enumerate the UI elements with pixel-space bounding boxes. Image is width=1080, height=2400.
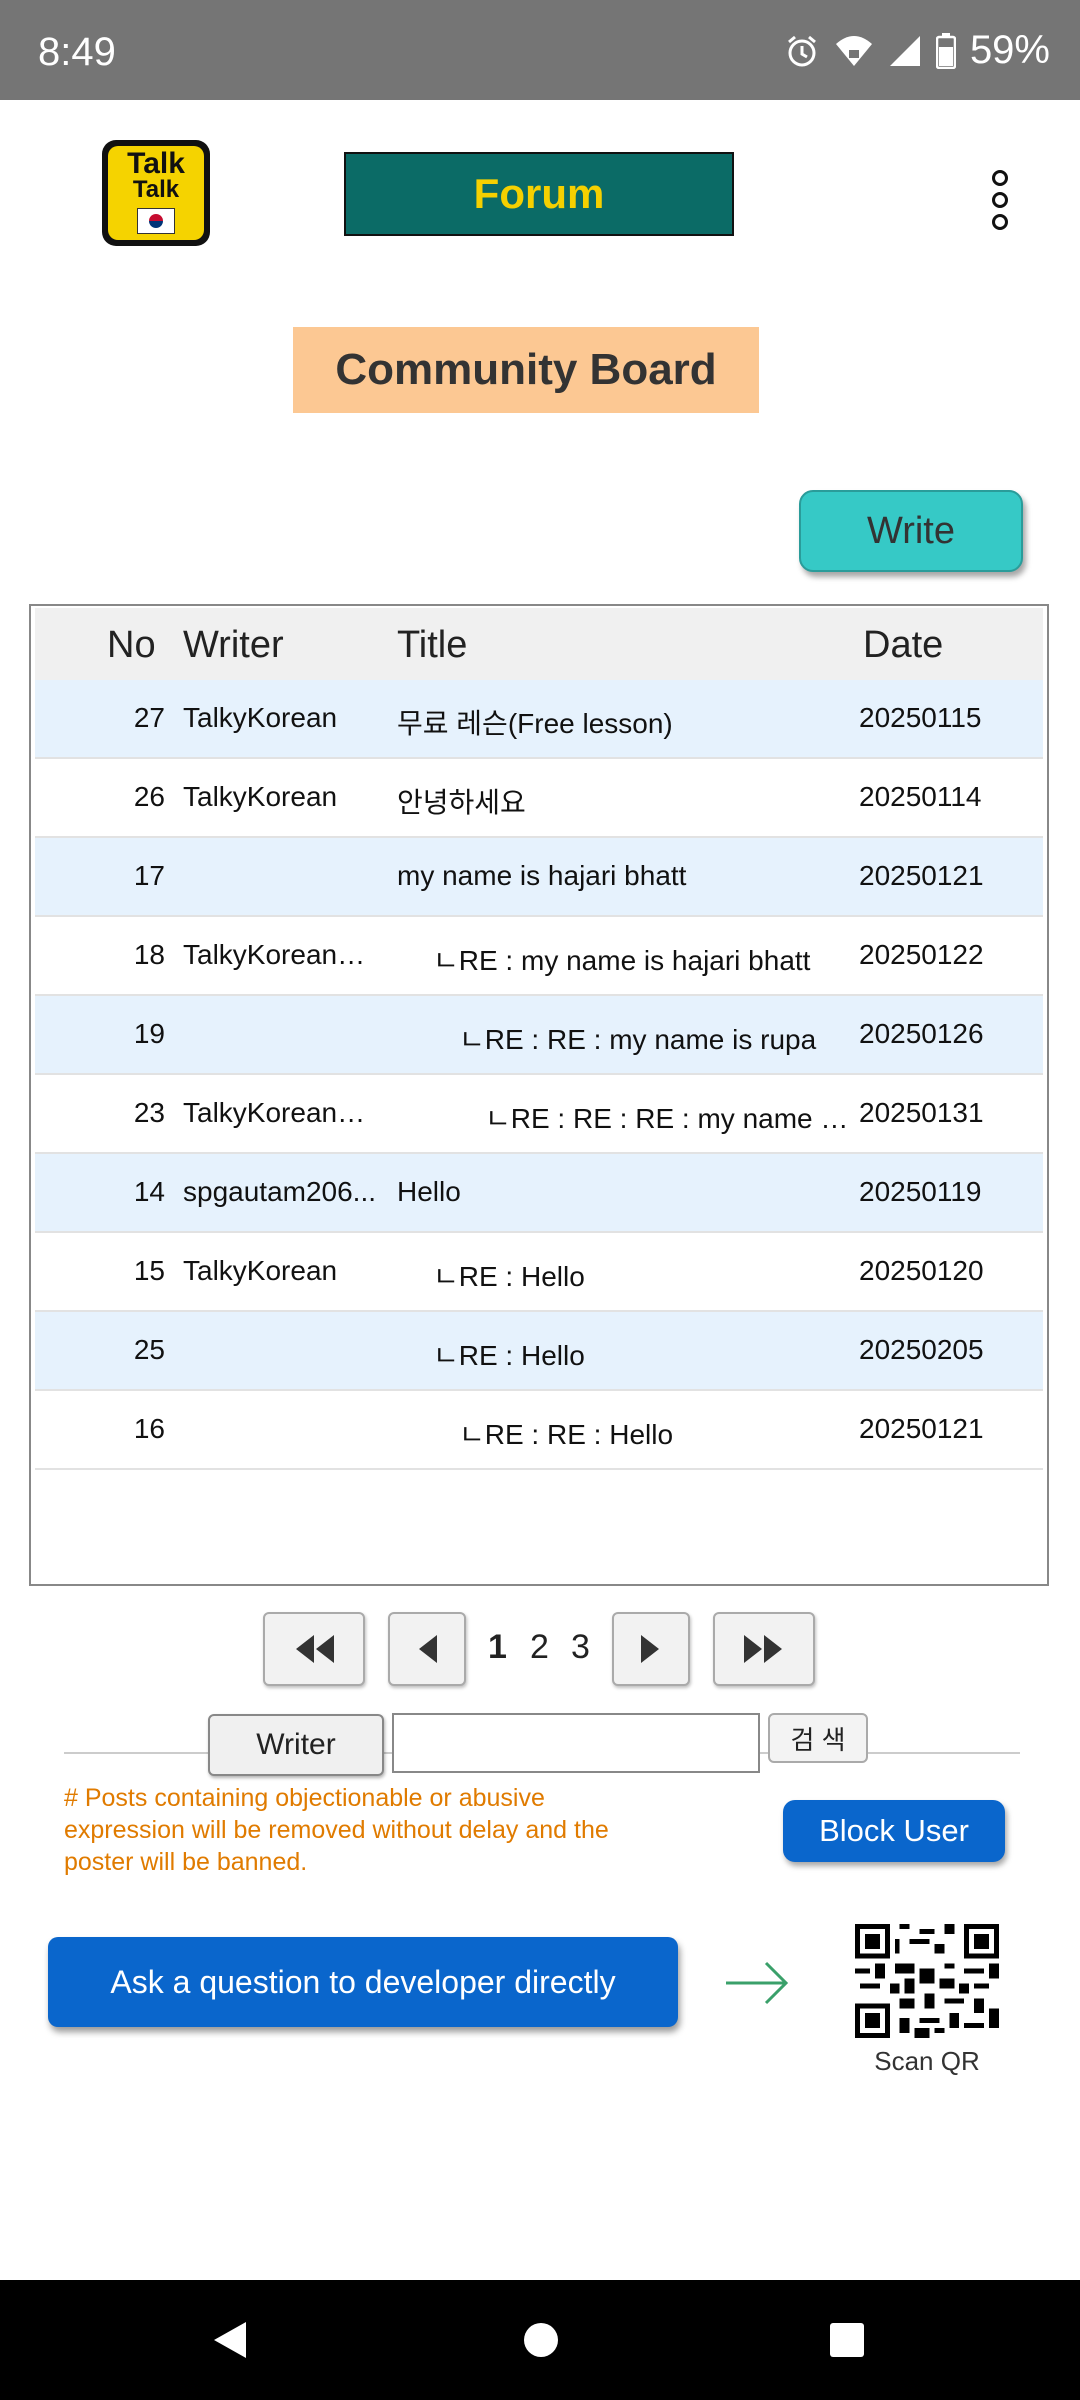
header-writer: Writer: [183, 624, 284, 666]
last-page-button[interactable]: [713, 1612, 815, 1686]
more-options-icon[interactable]: [990, 170, 1010, 230]
battery-percent: 59%: [969, 28, 1050, 72]
header-title: Title: [397, 624, 468, 666]
row-date: 20250205: [859, 1334, 984, 1365]
row-title: 무료 레슨(Free lesson): [397, 708, 673, 739]
row-title: ㄴRE : RE : my name is rupa: [459, 1024, 817, 1055]
table-row[interactable]: 15 TalkyKorean ㄴRE : Hello 20250120: [35, 1233, 1043, 1312]
row-date: 20250122: [859, 939, 984, 970]
page-2[interactable]: 2: [530, 1628, 549, 1667]
row-no: 27: [133, 702, 165, 733]
header-date: Date: [863, 624, 944, 666]
row-no: 26: [133, 781, 165, 812]
table-row[interactable]: 27 TalkyKorean 무료 레슨(Free lesson) 20250115: [35, 680, 1043, 759]
page-title: Community Board: [293, 327, 759, 413]
row-no: 18: [133, 939, 165, 970]
next-page-button[interactable]: [612, 1612, 690, 1686]
notice-text: # Posts containing objectionable or abus…: [64, 1784, 609, 1876]
home-icon[interactable]: [522, 2320, 560, 2365]
row-no: 15: [133, 1255, 165, 1286]
table-row[interactable]: 25 ㄴRE : Hello 20250205: [35, 1312, 1043, 1391]
table-header: No Writer Title Date: [35, 608, 1043, 680]
battery-icon: [935, 32, 956, 69]
first-page-button[interactable]: [263, 1612, 365, 1686]
search-field-selector[interactable]: Writer: [208, 1714, 384, 1776]
header-no: No: [107, 624, 156, 666]
table-row[interactable]: 23 TalkyKorean@... ㄴRE : RE : RE : my name…: [35, 1075, 1043, 1154]
row-writer: TalkyKorean: [183, 702, 338, 733]
row-title: ㄴRE : RE : Hello: [459, 1419, 674, 1450]
page-3[interactable]: 3: [571, 1628, 590, 1667]
system-nav-bar: [0, 2280, 1080, 2400]
row-date: 20250114: [859, 781, 982, 812]
row-title: my name is hajari bhatt: [397, 860, 687, 891]
prev-page-button[interactable]: [388, 1612, 466, 1686]
row-date: 20250126: [859, 1018, 984, 1049]
table-row[interactable]: 14 spgautam206... Hello 20250119: [35, 1154, 1043, 1233]
row-date: 20250120: [859, 1255, 984, 1286]
logo-text-bottom: Talk: [132, 176, 180, 203]
ask-developer-button[interactable]: Ask a question to developer directly: [48, 1937, 678, 2027]
row-no: 23: [133, 1097, 165, 1128]
status-time: 8:49: [38, 30, 116, 74]
row-writer: spgautam206...: [183, 1176, 377, 1207]
row-writer: TalkyKorean@...: [183, 939, 383, 970]
row-title: Hello: [397, 1176, 461, 1207]
app-logo: Talk Talk: [102, 140, 210, 246]
write-button[interactable]: Write: [799, 490, 1023, 572]
search-button[interactable]: 검 색: [768, 1713, 868, 1763]
scan-qr-label: Scan QR: [874, 2046, 980, 2076]
row-date: 20250121: [859, 860, 984, 891]
forum-button[interactable]: Forum: [344, 152, 734, 236]
row-no: 17: [133, 860, 165, 891]
row-no: 14: [133, 1176, 165, 1207]
back-icon[interactable]: [210, 2320, 250, 2365]
row-title: ㄴRE : RE : RE : my name is...: [485, 1103, 853, 1134]
signal-icon: [888, 34, 922, 68]
table-row[interactable]: 16 ㄴRE : RE : Hello 20250121: [35, 1391, 1043, 1470]
arrow-right-icon: [724, 1960, 790, 2011]
row-date: 20250121: [859, 1413, 984, 1444]
alarm-icon: [784, 33, 820, 69]
status-bar: 8:49 59%: [0, 0, 1080, 100]
row-writer: TalkyKorean: [183, 781, 338, 812]
row-writer: TalkyKorean@...: [183, 1097, 383, 1128]
row-title: 안녕하세요: [397, 787, 526, 818]
wifi-icon: [834, 34, 874, 68]
row-title: ㄴRE : Hello: [433, 1261, 585, 1292]
row-date: 20250119: [859, 1176, 982, 1207]
post-table: No Writer Title Date 27 TalkyKorean 무료 레슨(…: [29, 604, 1049, 1586]
status-icons: 59%: [784, 28, 1050, 73]
table-row[interactable]: 18 TalkyKorean@... ㄴRE : my name is hajari…: [35, 917, 1043, 996]
qr-code[interactable]: [854, 1924, 1000, 2038]
table-row[interactable]: 26 TalkyKorean 안녕하세요 20250114: [35, 759, 1043, 838]
row-title: ㄴRE : my name is hajari bhatt: [433, 945, 811, 976]
recents-icon[interactable]: [828, 2320, 866, 2365]
block-user-button[interactable]: Block User: [783, 1800, 1005, 1862]
row-no: 25: [133, 1334, 165, 1365]
table-row[interactable]: 19 ㄴRE : RE : my name is rupa 20250126: [35, 996, 1043, 1075]
row-no: 16: [133, 1413, 165, 1444]
row-date: 20250131: [859, 1097, 984, 1128]
row-no: 19: [133, 1018, 165, 1049]
row-writer: TalkyKorean: [183, 1255, 338, 1286]
page-1[interactable]: 1: [488, 1628, 507, 1667]
row-title: ㄴRE : Hello: [433, 1340, 585, 1371]
search-input[interactable]: [392, 1713, 760, 1773]
row-date: 20250115: [859, 702, 982, 733]
logo-text-top: Talk: [127, 147, 185, 180]
table-row[interactable]: 17 my name is hajari bhatt 20250121: [35, 838, 1043, 917]
korea-flag-icon: [137, 208, 175, 234]
